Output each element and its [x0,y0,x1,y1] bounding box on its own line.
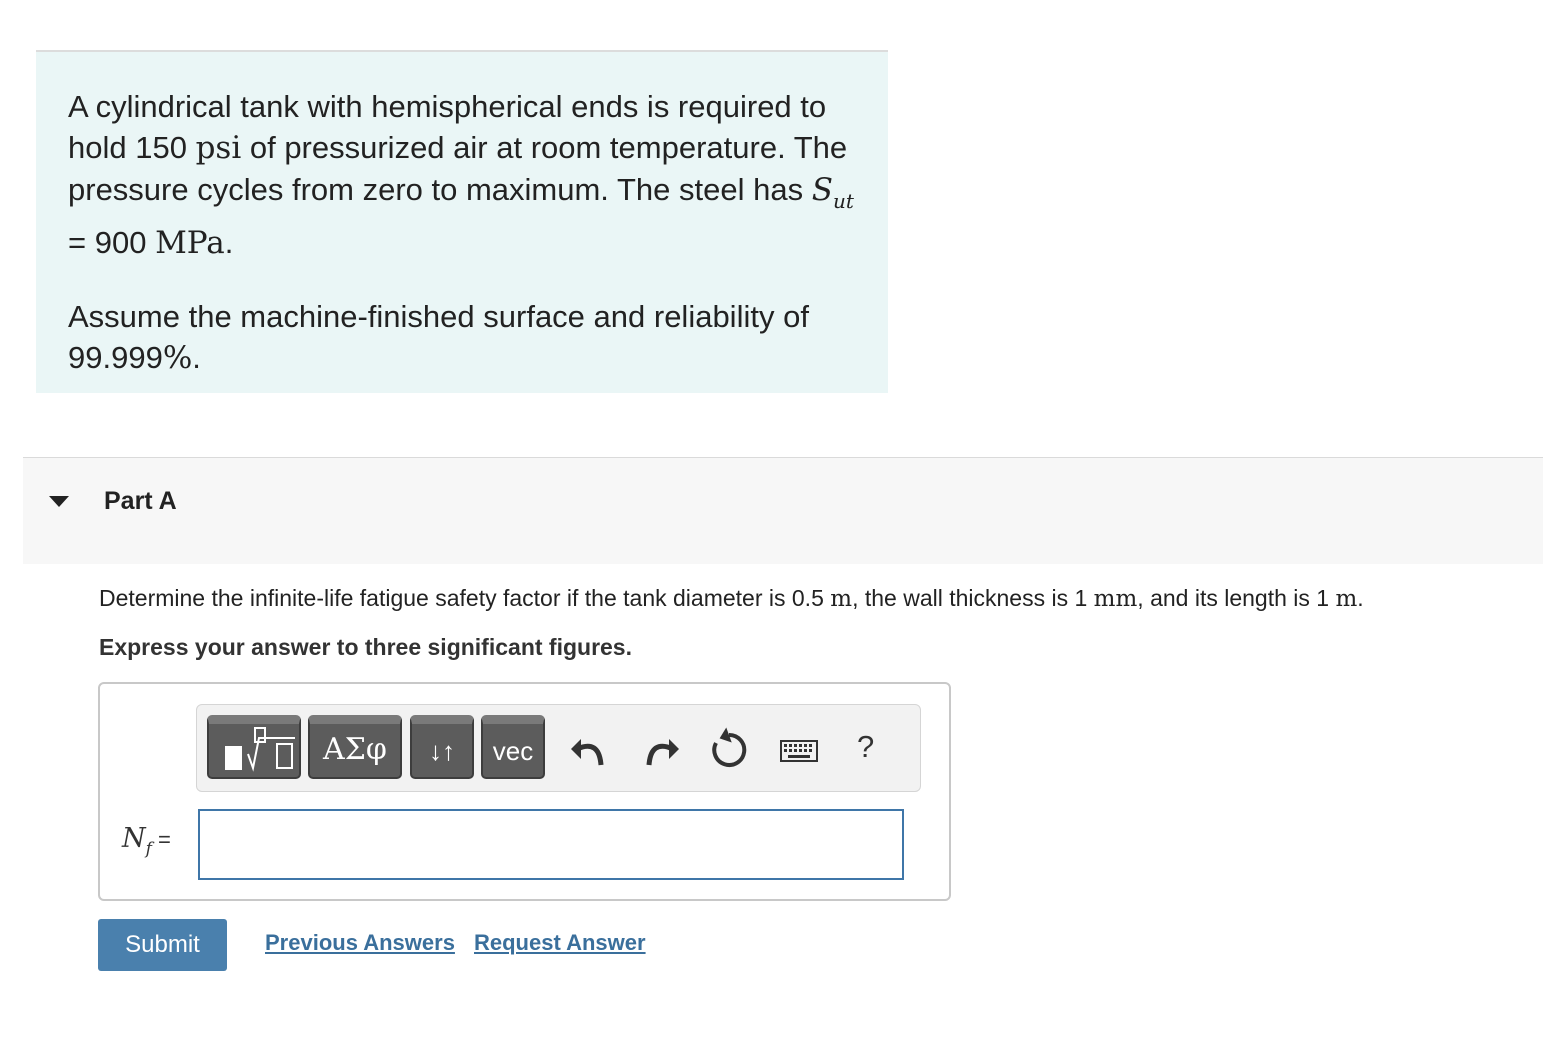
variable-label: Nf = [122,823,171,859]
part-header[interactable]: Part A [23,457,1543,564]
mpa-unit: MPa [155,225,225,261]
punctuation: . [224,225,234,260]
arrows-label: ↓↑ [429,736,455,766]
question-part: Determine the infinite-life fatigue safe… [99,585,831,611]
equals-sign: = [151,827,171,852]
question-part: , the wall thickness is 1 [852,585,1094,611]
variable-symbol: N [122,823,146,854]
answer-instruction: Express your answer to three significant… [99,634,632,660]
question-text: Determine the infinite-life fatigue safe… [99,585,1364,612]
percent-unit: % [162,340,193,376]
unit-m: m [830,586,853,612]
request-answer-link[interactable]: Request Answer [474,930,646,956]
collapse-triangle-icon[interactable] [49,496,69,507]
keyboard-icon[interactable] [769,719,829,779]
redo-icon[interactable] [631,719,691,779]
unit-mm: mm [1093,586,1138,612]
problem-statement: A cylindrical tank with hemispherical en… [36,50,888,393]
templates-icon [225,727,295,772]
psi-unit: psi [195,130,242,166]
problem-paragraph-2: Assume the machine-finished surface and … [68,296,856,379]
sut-subscript: ut [832,189,854,213]
submit-button[interactable]: Submit [98,919,227,971]
part-title: Part A [104,487,177,515]
previous-answers-link[interactable]: Previous Answers [265,930,455,956]
help-button[interactable]: ? [857,729,874,765]
unit-m: m [1335,586,1358,612]
answer-box: ΑΣφ ↓↑ vec ? Nf = [98,682,951,901]
vec-label: vec [492,736,534,766]
punctuation: . [1357,585,1364,611]
sut-value: = 900 [68,225,156,260]
undo-icon[interactable] [559,719,619,779]
question-part: , and its length is 1 [1137,585,1336,611]
sut-symbol: S [811,172,833,208]
greek-button[interactable]: ΑΣφ [308,715,402,779]
problem-paragraph-1: A cylindrical tank with hemispherical en… [68,86,856,264]
greek-label: ΑΣφ [323,732,387,767]
reset-icon[interactable] [699,719,759,779]
answer-input[interactable] [198,809,904,880]
vec-button[interactable]: vec [481,715,545,779]
punctuation: . [192,340,201,375]
templates-button[interactable] [207,715,301,779]
math-toolbar: ΑΣφ ↓↑ vec ? [196,704,921,792]
arrows-button[interactable]: ↓↑ [410,715,474,779]
